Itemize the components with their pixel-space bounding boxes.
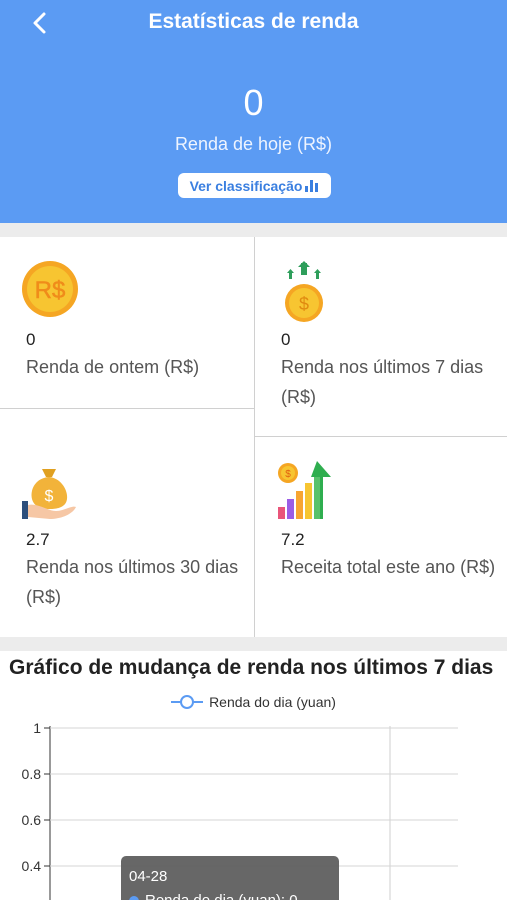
series-dot-icon xyxy=(129,895,139,900)
legend-label: Renda do dia (yuan) xyxy=(209,694,336,710)
growth-bar-chart-icon: $ xyxy=(278,461,331,519)
stat-value-30days: 2.7 xyxy=(26,530,50,549)
svg-text:R$: R$ xyxy=(35,277,66,304)
coin-rs-icon: R$ xyxy=(22,261,78,317)
stat-label-7days: Renda nos últimos 7 dias (R$) xyxy=(281,357,484,407)
stat-label-30days: Renda nos últimos 30 dias (R$) xyxy=(26,557,239,607)
today-income-value: 0 xyxy=(243,82,264,123)
stat-card-yesterday: R$ xyxy=(0,237,255,409)
stat-value-7days: 0 xyxy=(281,330,291,349)
today-income-label: Renda de hoje (R$) xyxy=(174,134,333,154)
header-bar: Estatísticas de renda 0 Renda de hoje (R… xyxy=(0,0,507,223)
stat-label-year: Receita total este ano (R$) xyxy=(281,557,496,577)
section-divider-2 xyxy=(0,637,507,651)
bar-chart-icon xyxy=(305,179,319,192)
chart-legend[interactable]: Renda do dia (yuan) xyxy=(0,694,507,710)
legend-line-marker-icon xyxy=(171,695,204,709)
stat-label-yesterday: Renda de ontem (R$) xyxy=(26,357,200,377)
page-title: Estatísticas de renda xyxy=(148,10,359,33)
svg-text:$: $ xyxy=(299,294,309,314)
y-tick-label: 0.4 xyxy=(22,858,42,874)
money-bag-hand-icon: $ xyxy=(22,469,76,519)
view-ranking-label: Ver classificação xyxy=(189,177,303,194)
tooltip-date: 04-28 xyxy=(129,868,168,885)
stat-value-year: 7.2 xyxy=(281,530,305,549)
y-tick-label: 0.6 xyxy=(22,812,42,828)
coin-arrows-up-icon: $ xyxy=(285,261,323,322)
tooltip-series-text: Renda do dia (yuan): 0 xyxy=(145,892,298,900)
stats-grid: R$ 0 Renda de ontem (R$) $ 0 Renda nos ú… xyxy=(0,237,507,637)
svg-text:$: $ xyxy=(285,469,291,480)
section-divider xyxy=(0,223,507,237)
chart-tooltip: 04-28 Renda do dia (yuan): 0 xyxy=(121,856,339,900)
stat-value-yesterday: 0 xyxy=(26,330,36,349)
y-tick-label: 1 xyxy=(33,720,41,736)
view-ranking-button[interactable]: Ver classificação xyxy=(178,173,331,198)
svg-text:$: $ xyxy=(45,488,54,505)
chart-title: Gráfico de mudança de renda nos últimos … xyxy=(9,656,494,679)
tooltip-series-row: Renda do dia (yuan): 0 xyxy=(129,892,298,900)
y-tick-label: 0.8 xyxy=(22,766,42,782)
